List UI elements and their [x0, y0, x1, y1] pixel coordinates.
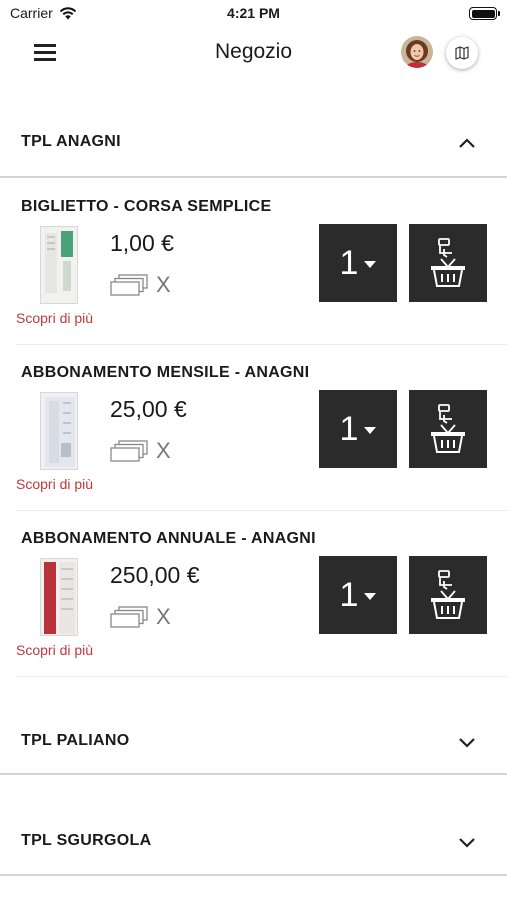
add-to-cart-button[interactable] [409, 224, 487, 302]
section-title: TPL ANAGNI [21, 133, 121, 150]
basket-icon [431, 238, 465, 287]
quantity-select[interactable]: 1 [319, 556, 397, 634]
ticket-quantity: X [110, 438, 171, 464]
chevron-down-icon [459, 838, 475, 848]
divider [16, 510, 507, 511]
product-card: ABBONAMENTO ANNUALE - ANAGNI 250,00 € X … [0, 530, 507, 696]
tickets-icon [110, 440, 148, 462]
section-header-tpl-sgurgola[interactable]: TPL SGURGOLA [0, 812, 507, 872]
status-bar: Carrier 4:21 PM [0, 0, 507, 28]
product-price: 25,00 € [110, 396, 187, 422]
quantity-value: 1 [339, 409, 359, 448]
divider [16, 344, 507, 345]
caret-down-icon [364, 426, 377, 434]
section-title: TPL PALIANO [21, 732, 130, 749]
quantity-multiplier: X [156, 272, 171, 297]
section-header-tpl-paliano[interactable]: TPL PALIANO [0, 712, 507, 772]
divider [0, 773, 507, 775]
product-name: BIGLIETTO - CORSA SEMPLICE [21, 198, 272, 215]
add-to-cart-button[interactable] [409, 390, 487, 468]
divider [0, 874, 507, 876]
ticket-image [40, 558, 78, 636]
divider [0, 176, 507, 178]
quantity-select[interactable]: 1 [319, 390, 397, 468]
battery-icon [469, 7, 500, 20]
product-price: 1,00 € [110, 230, 174, 256]
product-card: BIGLIETTO - CORSA SEMPLICE 1,00 € X Scop… [0, 198, 507, 364]
ticket-image [40, 392, 78, 470]
section-title: TPL SGURGOLA [21, 832, 152, 849]
product-name: ABBONAMENTO MENSILE - ANAGNI [21, 364, 310, 381]
chevron-up-icon [459, 138, 475, 148]
clock: 4:21 PM [227, 5, 280, 21]
more-info-link[interactable]: Scopri di più [16, 642, 93, 658]
divider [16, 676, 507, 677]
navigation-bar: Negozio [0, 28, 507, 78]
map-icon [455, 46, 469, 60]
caret-down-icon [364, 592, 377, 600]
ticket-quantity: X [110, 604, 171, 630]
tickets-icon [110, 274, 148, 296]
product-price: 250,00 € [110, 562, 200, 588]
quantity-multiplier: X [156, 438, 171, 463]
avatar[interactable] [401, 36, 433, 68]
product-name: ABBONAMENTO ANNUALE - ANAGNI [21, 530, 316, 547]
map-button[interactable] [446, 37, 478, 69]
quantity-value: 1 [339, 243, 359, 282]
more-info-link[interactable]: Scopri di più [16, 310, 93, 326]
quantity-multiplier: X [156, 604, 171, 629]
quantity-select[interactable]: 1 [319, 224, 397, 302]
basket-icon [431, 404, 465, 453]
add-to-cart-button[interactable] [409, 556, 487, 634]
ticket-quantity: X [110, 272, 171, 298]
ticket-image [40, 226, 78, 304]
chevron-down-icon [459, 738, 475, 748]
caret-down-icon [364, 260, 377, 268]
more-info-link[interactable]: Scopri di più [16, 476, 93, 492]
product-card: ABBONAMENTO MENSILE - ANAGNI 25,00 € X S… [0, 364, 507, 530]
quantity-value: 1 [339, 575, 359, 614]
tickets-icon [110, 606, 148, 628]
section-header-tpl-anagni[interactable]: TPL ANAGNI [0, 113, 507, 173]
basket-icon [431, 570, 465, 619]
